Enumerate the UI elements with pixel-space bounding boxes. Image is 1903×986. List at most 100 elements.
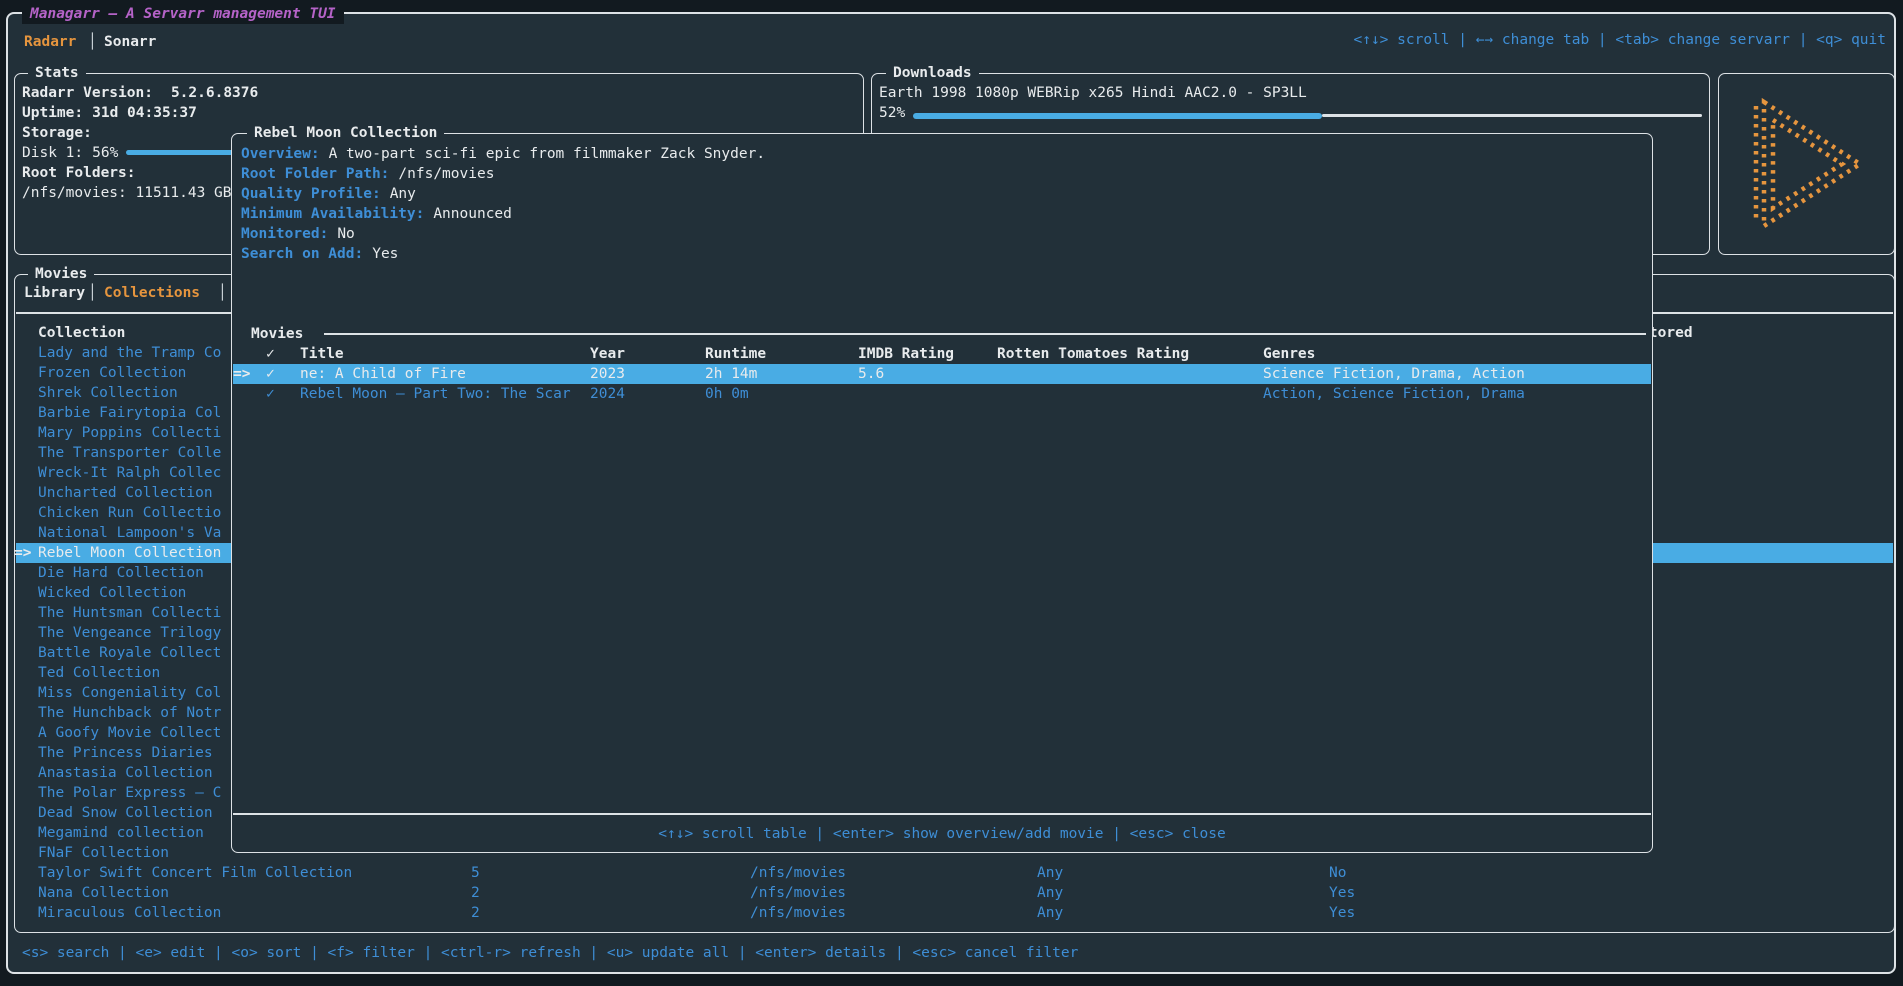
collection-list-item[interactable]: Uncharted Collection	[38, 483, 213, 503]
collection-list-item[interactable]: Chicken Run Collectio	[38, 503, 221, 523]
tab-radarr[interactable]: Radarr	[24, 32, 76, 52]
app-title: Managarr – A Servarr management TUI	[22, 4, 344, 24]
collection-list-item[interactable]: Wreck-It Ralph Collec	[38, 463, 221, 483]
header-rt-rating: Rotten Tomatoes Rating	[997, 344, 1189, 364]
collection-list-item[interactable]: The Hunchback of Notr	[38, 703, 221, 723]
modal-field-row: Minimum Availability:Announced	[241, 204, 512, 224]
collection-root-folder: /nfs/movies	[750, 883, 846, 903]
tab-library[interactable]: Library	[24, 283, 85, 303]
disk-percent: 56%	[83, 145, 118, 161]
stats-version-row: Radarr Version:5.2.6.8376	[22, 83, 258, 103]
collection-list-item[interactable]: Wicked Collection	[38, 583, 186, 603]
collection-list-item[interactable]: Miraculous Collection	[38, 903, 221, 923]
tab-collections[interactable]: Collections	[104, 283, 200, 303]
footer-keybindings-help: <s> search | <e> edit | <o> sort | <f> f…	[22, 943, 1078, 963]
collection-monitored: Yes	[1329, 903, 1355, 923]
modal-table-title-line	[324, 333, 1646, 335]
collection-list-item[interactable]: Mary Poppins Collecti	[38, 423, 221, 443]
header-monitored-check: ✓	[266, 344, 275, 364]
movie-cell-monitored: ✓	[266, 384, 275, 404]
modal-field-label: Overview:	[241, 146, 320, 162]
modal-field-value: No	[328, 226, 354, 242]
modal-field-label: Minimum Availability:	[241, 206, 424, 222]
download-progress-percent: 52%	[879, 103, 905, 123]
collection-list-item[interactable]: Ted Collection	[38, 663, 160, 683]
uptime-label: Uptime:	[22, 105, 83, 121]
movie-cell-title: ne: A Child of Fire	[300, 364, 466, 384]
root-folders-label: Root Folders:	[22, 163, 136, 183]
collection-list-item[interactable]: Nana Collection	[38, 883, 169, 903]
movie-cell-genres: Action, Science Fiction, Drama	[1263, 384, 1525, 404]
uptime-value: 31d 04:35:37	[83, 105, 197, 121]
stats-uptime-row: Uptime:31d 04:35:37	[22, 103, 197, 123]
collection-movie-count: 5	[471, 863, 480, 883]
collection-list-item[interactable]: Battle Royale Collect	[38, 643, 221, 663]
modal-field-value: /nfs/movies	[389, 166, 494, 182]
movie-cell-runtime: 0h 0m	[705, 384, 749, 404]
collection-list-item[interactable]: Lady and the Tramp Co	[38, 343, 221, 363]
collection-root-folder: /nfs/movies	[750, 903, 846, 923]
movie-cell-year: 2023	[590, 364, 625, 384]
collection-quality-profile: Any	[1037, 903, 1063, 923]
collection-movie-count: 2	[471, 883, 480, 903]
modal-field-value: Any	[381, 186, 416, 202]
stats-panel-title: Stats	[28, 63, 86, 83]
movie-cell-marker: =>	[233, 364, 250, 384]
movie-cell-year: 2024	[590, 384, 625, 404]
collection-list-item[interactable]: Barbie Fairytopia Col	[38, 403, 221, 423]
collection-list-item[interactable]: FNaF Collection	[38, 843, 169, 863]
collection-list-item[interactable]: Miss Congeniality Col	[38, 683, 221, 703]
collection-details-modal: Rebel Moon Collection Overview:A two-par…	[231, 133, 1653, 853]
collections-column-header: Collection	[38, 323, 125, 343]
root-folder-usage: /nfs/movies: 11511.43 GB	[22, 183, 232, 203]
collection-list-item[interactable]: A Goofy Movie Collect	[38, 723, 221, 743]
modal-field-row: Search on Add:Yes	[241, 244, 398, 264]
managarr-logo-icon	[1726, 80, 1888, 252]
collection-list-item[interactable]: The Polar Express – C	[38, 783, 221, 803]
header-runtime: Runtime	[705, 344, 766, 364]
movie-cell-genres: Science Fiction, Drama, Action	[1263, 364, 1525, 384]
collection-list-item[interactable]: The Transporter Colle	[38, 443, 221, 463]
modal-field-value: Announced	[424, 206, 512, 222]
header-year: Year	[590, 344, 625, 364]
collection-list-item[interactable]: The Huntsman Collecti	[38, 603, 221, 623]
movie-cell-title: Rebel Moon – Part Two: The Scar	[300, 384, 571, 404]
disk-label: Disk 1:	[22, 145, 83, 161]
header-title: Title	[300, 344, 344, 364]
modal-field-value: A two-part sci-fi epic from filmmaker Za…	[320, 146, 766, 162]
collection-list-item[interactable]: Die Hard Collection	[38, 563, 204, 583]
collection-list-item[interactable]: Megamind collection	[38, 823, 204, 843]
collection-list-item[interactable]: Dead Snow Collection	[38, 803, 213, 823]
collection-list-item[interactable]: Taylor Swift Concert Film Collection	[38, 863, 352, 883]
collection-list-item[interactable]: Shrek Collection	[38, 383, 178, 403]
tab-divider: │	[88, 32, 97, 52]
download-progressbar-filled	[913, 113, 1322, 119]
collection-list-item[interactable]: Rebel Moon Collection	[38, 543, 221, 563]
terminal-screen: Managarr – A Servarr management TUI Rada…	[0, 0, 1903, 986]
modal-keybindings-help: <↑↓> scroll table | <enter> show overvie…	[232, 824, 1652, 844]
disk-usage-row: Disk 1:56%	[22, 143, 118, 163]
collection-list-item[interactable]: The Vengeance Trilogy	[38, 623, 221, 643]
storage-label: Storage:	[22, 123, 92, 143]
collection-quality-profile: Any	[1037, 883, 1063, 903]
collection-list-item[interactable]: National Lampoon's Va	[38, 523, 221, 543]
modal-field-label: Monitored:	[241, 226, 328, 242]
collection-monitored: No	[1329, 863, 1346, 883]
window-keybindings-help: <↑↓> scroll | ←→ change tab | <tab> chan…	[1353, 30, 1886, 50]
collection-list-item[interactable]: The Princess Diaries	[38, 743, 213, 763]
modal-field-row: Quality Profile:Any	[241, 184, 416, 204]
download-progressbar-track	[1322, 114, 1702, 117]
tab-sonarr[interactable]: Sonarr	[104, 32, 156, 52]
header-imdb-rating: IMDB Rating	[858, 344, 954, 364]
movie-cell-monitored: ✓	[266, 364, 275, 384]
movies-tab-divider-2: │	[218, 283, 227, 303]
collection-list-item[interactable]: Anastasia Collection	[38, 763, 213, 783]
version-label: Radarr Version:	[22, 85, 153, 101]
modal-field-row: Monitored:No	[241, 224, 355, 244]
collection-root-folder: /nfs/movies	[750, 863, 846, 883]
modal-field-label: Search on Add:	[241, 246, 363, 262]
collection-list-item[interactable]: Frozen Collection	[38, 363, 186, 383]
modal-field-label: Root Folder Path:	[241, 166, 389, 182]
version-value: 5.2.6.8376	[153, 85, 258, 101]
modal-field-row: Overview:A two-part sci-fi epic from fil…	[241, 144, 765, 164]
